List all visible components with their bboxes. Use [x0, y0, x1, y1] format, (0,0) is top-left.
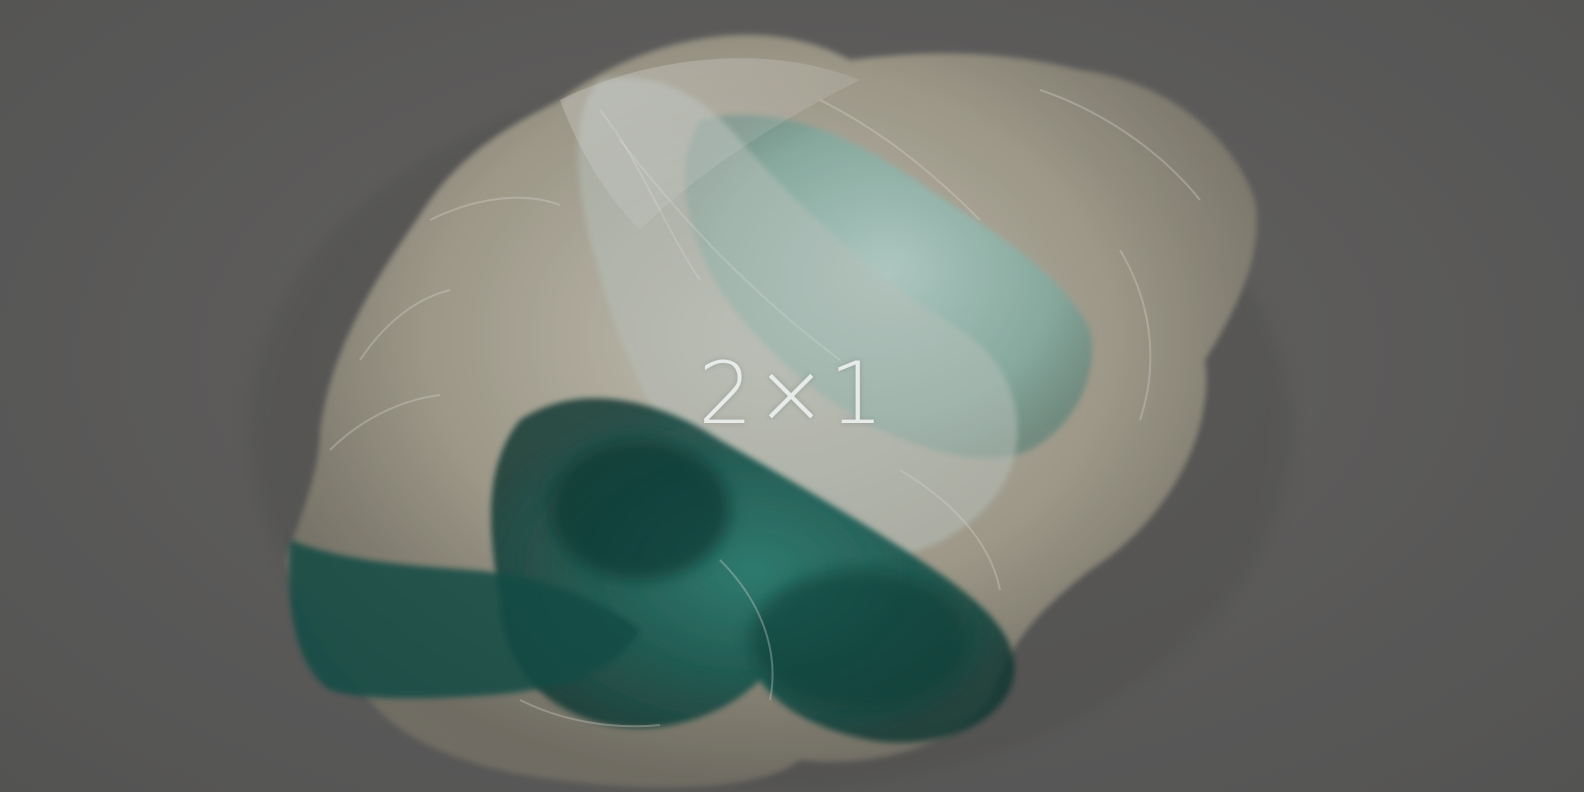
hero-image: 2×1 [0, 0, 1584, 792]
crumpled-plastic-bags-photo [0, 0, 1584, 792]
